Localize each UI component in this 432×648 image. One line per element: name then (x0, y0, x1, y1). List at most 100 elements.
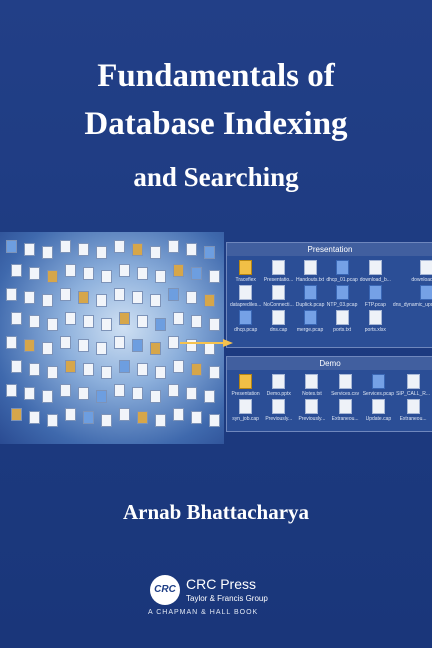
scattered-file-icon (119, 360, 130, 373)
file-icon (371, 399, 385, 414)
scattered-file-icon (60, 288, 71, 301)
scattered-file-icon (83, 315, 94, 328)
file-item: Services.pcap (363, 374, 394, 397)
file-item: Update.cap (363, 399, 394, 422)
scattered-file-icon (186, 387, 197, 400)
scattered-file-icon (209, 318, 220, 331)
file-label: Extraneou... (331, 416, 359, 422)
file-icon (303, 285, 317, 300)
file-label: Extraneou... (399, 416, 427, 422)
file-item: Previously... (263, 399, 294, 422)
file-item: dhcp_01.pcap (326, 260, 358, 283)
file-label: dhcp_01.pcap (326, 277, 358, 283)
file-icon (335, 285, 349, 300)
file-label: NTP_03.pcap (326, 302, 358, 308)
scattered-file-icon (83, 267, 94, 280)
presentation-file-grid: Traceflex Presentatio... Handouts.txt dhcp_… (227, 256, 432, 337)
file-cloud-art (0, 232, 224, 444)
scattered-file-icon (60, 240, 71, 253)
file-item: Handouts.txt (296, 260, 325, 283)
file-icon (239, 285, 253, 300)
scattered-file-icon (114, 336, 125, 349)
file-item: Notes.txt (296, 374, 327, 397)
scattered-file-icon (65, 264, 76, 277)
scattered-file-icon (168, 336, 179, 349)
right-arrow-icon (180, 339, 238, 347)
scattered-file-icon (173, 360, 184, 373)
scattered-file-icon (78, 291, 89, 304)
file-icon (239, 399, 253, 414)
file-item: Presentation (230, 374, 261, 397)
file-icon (303, 310, 317, 325)
scattered-file-icon (191, 363, 202, 376)
scattered-file-icon (168, 384, 179, 397)
file-label: NoConnecti... (263, 302, 294, 308)
file-icon (272, 374, 286, 389)
scattered-file-icon (24, 291, 35, 304)
scattered-file-icon (65, 360, 76, 373)
publisher-name: CRC Press (186, 576, 257, 592)
title-line-3: and Searching (133, 162, 299, 192)
file-item: download_b... (360, 260, 391, 283)
file-icon (272, 399, 286, 414)
scattered-file-icon (60, 336, 71, 349)
file-icon (305, 399, 319, 414)
file-label: dhcp.pcap (234, 327, 258, 333)
file-label: Demo.pptx (266, 391, 291, 397)
scattered-file-icon (137, 363, 148, 376)
scattered-file-icon (119, 408, 130, 421)
file-icon (406, 399, 420, 414)
file-icon (335, 260, 349, 275)
scattered-file-icon (101, 270, 112, 283)
file-item: FTP.pcap (360, 285, 391, 308)
file-icon (338, 374, 352, 389)
publisher-imprint: A CHAPMAN & HALL BOOK (148, 609, 259, 616)
scattered-file-icon (119, 264, 130, 277)
file-label: Previously... (265, 416, 293, 422)
file-icon (420, 285, 432, 300)
title-line-1: Fundamentals of (97, 58, 335, 94)
scattered-file-icon (168, 288, 179, 301)
scattered-file-icon (209, 270, 220, 283)
scattered-file-icon (24, 339, 35, 352)
file-label: Presentatio... (263, 277, 294, 283)
scattered-file-icon (191, 411, 202, 424)
scattered-file-icon (29, 411, 40, 424)
folder-icon (239, 374, 253, 389)
scattered-file-icon (173, 408, 184, 421)
scattered-file-icon (119, 312, 130, 325)
file-label: Presentation (231, 391, 260, 397)
scattered-file-icon (114, 240, 125, 253)
scattered-file-icon (96, 246, 107, 259)
file-item: ports.xlsx (360, 310, 391, 333)
scattered-file-icon (191, 267, 202, 280)
file-label: Handouts.txt (296, 277, 325, 283)
scattered-file-icon (42, 246, 53, 259)
scattered-file-icon (78, 339, 89, 352)
file-label: merge.pcap (296, 327, 324, 333)
scattered-file-icon (83, 411, 94, 424)
scattered-file-icon (155, 414, 166, 427)
file-item: Demo.pptx (263, 374, 294, 397)
file-icon (305, 374, 319, 389)
scattered-file-icon (11, 264, 22, 277)
file-icon (272, 310, 286, 325)
scattered-file-icon (137, 411, 148, 424)
scattered-file-icon (29, 315, 40, 328)
scattered-file-icon (150, 294, 161, 307)
scattered-file-icon (137, 267, 148, 280)
file-item: Extraneou... (396, 399, 430, 422)
arrow-head (223, 339, 233, 347)
file-label: download_b... (359, 277, 391, 283)
file-item: download_g... (393, 260, 432, 283)
arrow-shaft (180, 342, 224, 344)
demo-panel-title: Demo (227, 357, 432, 370)
scattered-file-icon (42, 294, 53, 307)
scattered-file-icon (6, 240, 17, 253)
file-icon (303, 260, 317, 275)
scattered-file-icon (132, 291, 143, 304)
file-icon (420, 260, 432, 275)
publisher-logo: CRC CRC Press Taylor & Francis Group A C… (148, 575, 286, 616)
scattered-file-icon (168, 240, 179, 253)
book-cover: Fundamentals of Database Indexing and Se… (0, 0, 432, 648)
